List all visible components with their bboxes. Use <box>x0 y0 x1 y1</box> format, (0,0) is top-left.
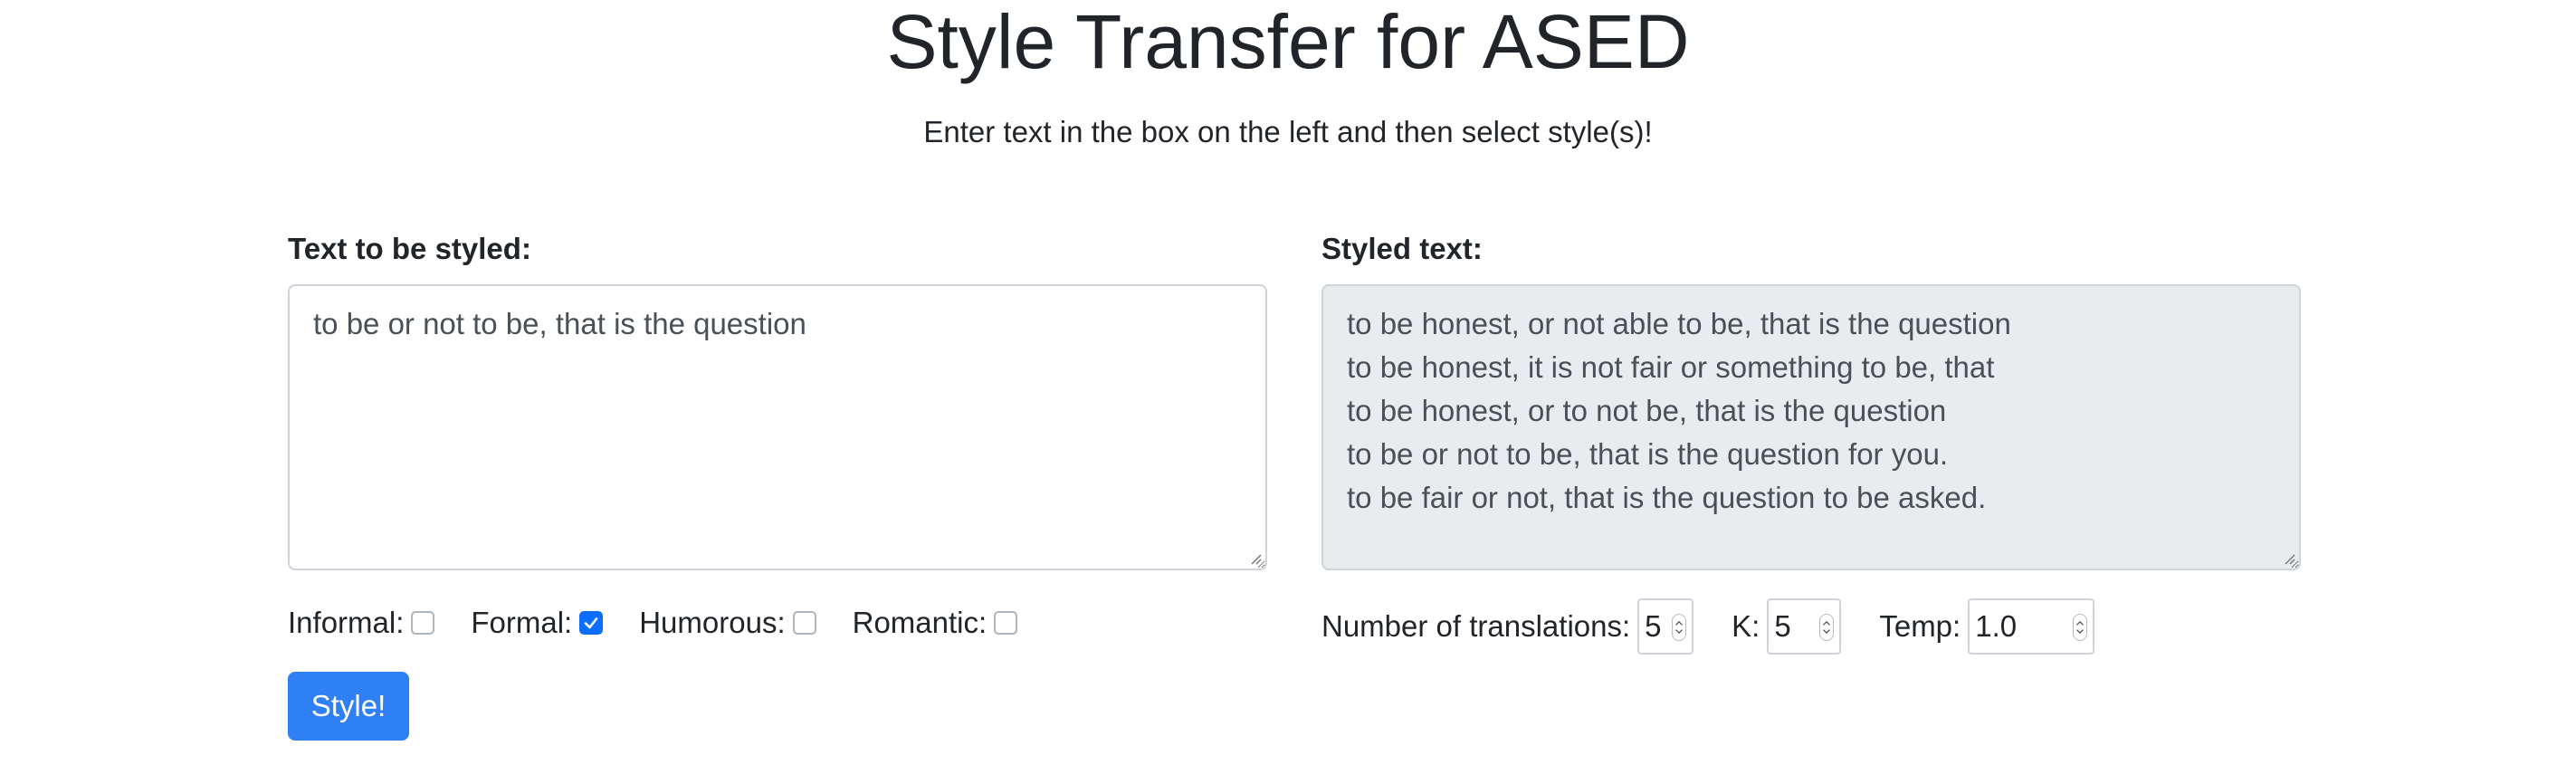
num-translations-input[interactable]: 5 <box>1637 598 1694 655</box>
style-button[interactable]: Style! <box>288 672 409 741</box>
informal-checkbox[interactable] <box>411 611 435 635</box>
temp-value: 1.0 <box>1975 609 2018 643</box>
informal-option: Informal: <box>288 606 435 640</box>
resize-grip-icon[interactable] <box>1249 552 1262 565</box>
num-translations-value: 5 <box>1645 609 1662 643</box>
output-textarea[interactable]: to be honest, or not able to be, that is… <box>1321 284 2301 570</box>
k-param: K: 5 <box>1732 598 1842 655</box>
output-line: to be honest, or not able to be, that is… <box>1347 307 2011 340</box>
humorous-option: Humorous: <box>639 606 816 640</box>
romantic-checkbox[interactable] <box>994 611 1018 635</box>
output-line: to be fair or not, that is the question … <box>1347 481 1987 514</box>
input-textarea[interactable]: to be or not to be, that is the question <box>288 284 1267 570</box>
k-input[interactable]: 5 <box>1767 598 1842 655</box>
checkmark-icon <box>584 617 598 629</box>
humorous-label: Humorous: <box>639 606 786 639</box>
spinner-arrows-icon[interactable] <box>1819 614 1835 641</box>
generation-params: Number of translations: 5 K: 5 Temp: 1.0 <box>1321 598 2132 655</box>
page-title: Style Transfer for ASED <box>886 0 1690 84</box>
formal-checkbox[interactable] <box>579 611 604 635</box>
style-options: Informal: Formal: Humorous: Romantic: <box>288 601 1054 645</box>
k-value: 5 <box>1774 609 1791 643</box>
output-label: Styled text: <box>1321 232 1483 265</box>
resize-grip-icon[interactable] <box>2283 552 2295 565</box>
formal-label: Formal: <box>471 606 573 639</box>
informal-label: Informal: <box>288 606 405 639</box>
temp-input[interactable]: 1.0 <box>1968 598 2095 655</box>
num-translations-param: Number of translations: 5 <box>1321 598 1694 655</box>
temp-label: Temp: <box>1879 609 1961 643</box>
romantic-label: Romantic: <box>852 606 987 639</box>
page: Style Transfer for ASED Enter text in th… <box>0 0 2576 784</box>
k-label: K: <box>1732 609 1760 643</box>
spinner-arrows-icon[interactable] <box>2073 614 2088 641</box>
output-line: to be honest, or to not be, that is the … <box>1347 394 1947 427</box>
formal-option: Formal: <box>471 606 604 640</box>
humorous-checkbox[interactable] <box>792 611 816 635</box>
temp-param: Temp: 1.0 <box>1879 598 2095 655</box>
input-text: to be or not to be, that is the question <box>313 307 806 340</box>
romantic-option: Romantic: <box>853 606 1018 640</box>
output-line: to be honest, it is not fair or somethin… <box>1347 350 1995 384</box>
spinner-arrows-icon[interactable] <box>1672 614 1687 641</box>
page-subtitle: Enter text in the box on the left and th… <box>923 115 1653 148</box>
num-translations-label: Number of translations: <box>1321 609 1631 643</box>
output-line: to be or not to be, that is the question… <box>1347 437 1949 471</box>
input-label: Text to be styled: <box>288 232 531 265</box>
